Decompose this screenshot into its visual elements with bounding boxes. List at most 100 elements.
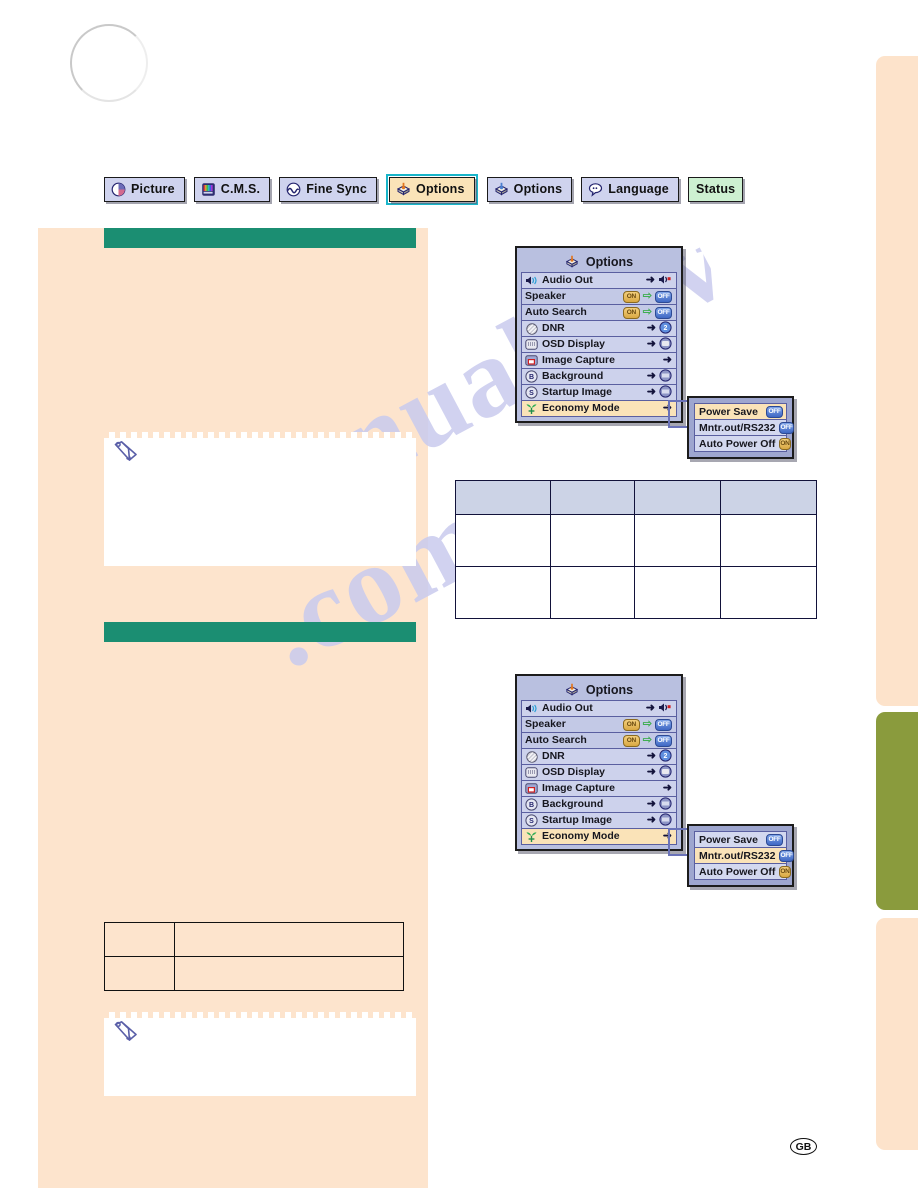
osd-row-value: ➜ [646,796,672,813]
osd-row-speaker[interactable]: Speaker ON ⇨ OFF [522,717,676,733]
table-row [104,922,404,957]
table-header-cell [720,480,817,515]
osd-row-value: ➜ [647,384,672,401]
tab-picture[interactable]: Picture [104,177,185,202]
auto-search-off-pill[interactable]: OFF [655,306,672,319]
osd-display-icon [525,338,538,351]
auto-search-on-pill[interactable]: ON [622,734,640,747]
tab-language-label: Language [608,182,669,197]
osd-display-icon [525,766,538,779]
arrow-green-icon: ⇨ [642,734,652,746]
table-header-cell [634,480,721,515]
note-perforation [104,1012,416,1018]
auto-power-off-pill[interactable]: ON [779,865,791,878]
tab-options-2-label: Options [513,182,563,197]
osd-options-menu-top[interactable]: Options Audio Out ➜ Speaker ON ⇨ OFF Aut… [515,246,683,423]
osd-row-image-capture[interactable]: Image Capture ➜ [522,781,676,797]
osd-row-economy-mode[interactable]: Economy Mode ➜ [522,829,676,845]
osd-row-label: Speaker [525,718,566,731]
tab-cms[interactable]: C.M.S. [193,177,271,202]
tab-fine-sync-label: Fine Sync [306,182,368,197]
audio-out-icon [525,274,538,287]
table-cell [634,514,721,567]
note-perforation [104,432,416,438]
speaker-off-pill[interactable]: OFF [655,290,672,303]
table-header-cell [455,480,551,515]
table-cell [550,566,635,619]
osd-row-osd-display[interactable]: OSD Display ➜ [522,764,676,781]
startup-image-icon: S [525,814,538,827]
dnr-icon [525,750,538,763]
edge-tab-upper[interactable] [876,56,918,706]
svg-text:S: S [529,390,534,397]
osd-row-speaker[interactable]: Speaker ON ⇨ OFF [522,289,676,305]
power-save-pill[interactable]: OFF [766,833,783,846]
osd-row-startup-image[interactable]: S Startup Image ➜ [522,812,676,829]
dnr-icon [525,322,538,335]
tab-options-1[interactable]: Options [389,177,475,202]
arrow-green-icon: ⇨ [642,718,652,730]
table-row [455,566,817,619]
options1-icon [396,182,411,197]
auto-search-on-pill[interactable]: ON [622,306,640,319]
auto-search-off-pill[interactable]: OFF [655,734,672,747]
arrow-right-icon: ➜ [646,322,656,334]
osd-row-label: Economy Mode [542,830,620,843]
osd-row-osd-display[interactable]: OSD Display ➜ [522,336,676,353]
osd-title-bar: Options [521,252,677,272]
background-icon: B [525,370,538,383]
osd-row-auto-search[interactable]: Auto Search ON ⇨ OFF [522,733,676,749]
osd-row-image-capture[interactable]: Image Capture ➜ [522,353,676,369]
submenu-row-auto-power-off[interactable]: Auto Power Off ON [695,864,791,880]
decorative-circle [70,24,148,102]
economy-mode-submenu-top[interactable]: Power Save OFF Mntr.out/RS232 OFF Auto P… [687,396,794,459]
submenu-row-power-save[interactable]: Power Save OFF [695,832,786,848]
osd-row-auto-search[interactable]: Auto Search ON ⇨ OFF [522,305,676,321]
table-cell [174,922,404,957]
dnr-value-icon: 2 [659,320,672,337]
speaker-off-pill[interactable]: OFF [655,718,672,731]
submenu-row-label: Mntr.out/RS232 [699,421,776,434]
table-cell [634,566,721,619]
auto-power-off-pill[interactable]: ON [779,437,791,450]
table-row [104,956,404,991]
osd-row-audio-out[interactable]: Audio Out ➜ [522,273,676,289]
tab-language[interactable]: Language [581,177,679,202]
tab-options-2[interactable]: Options [486,177,573,202]
economy-mode-submenu-bottom[interactable]: Power Save OFF Mntr.out/RS232 OFF Auto P… [687,824,794,887]
mntr-out-rs232-pill[interactable]: OFF [779,849,794,862]
edge-tab-lower[interactable] [876,918,918,1150]
submenu-row-mntr-out-rs232[interactable]: Mntr.out/RS232 OFF [695,848,794,864]
speaker-on-pill[interactable]: ON [622,290,640,303]
page-number-label: GB [795,1140,812,1153]
background-value-icon [659,368,672,385]
tab-status[interactable]: Status [687,177,744,202]
submenu-row-auto-power-off[interactable]: Auto Power Off ON [695,436,791,452]
osd-title-label: Options [585,683,634,697]
submenu-row-power-save[interactable]: Power Save OFF [695,404,786,420]
tab-options-1-label: Options [416,182,465,197]
arrow-right-icon: ➜ [646,798,656,810]
image-capture-icon [525,354,538,367]
arrow-green-icon: ⇨ [642,290,652,302]
submenu-row-list: Power Save OFF Mntr.out/RS232 OFF Auto P… [694,403,794,452]
osd-row-dnr[interactable]: DNR ➜ 2 [522,320,676,337]
osd-row-startup-image[interactable]: S Startup Image ➜ [522,384,676,401]
table-cell [174,956,404,991]
edge-tab-active[interactable] [876,712,918,910]
osd-value-icon [659,336,672,353]
tab-picture-label: Picture [131,182,175,197]
osd-row-dnr[interactable]: DNR ➜ 2 [522,748,676,765]
tab-fine-sync[interactable]: Fine Sync [279,177,378,202]
fine-sync-icon [286,182,301,197]
note-box-1 [104,432,416,566]
power-save-pill[interactable]: OFF [766,405,783,418]
mntr-out-rs232-pill[interactable]: OFF [779,421,794,434]
submenu-row-mntr-out-rs232[interactable]: Mntr.out/RS232 OFF [695,420,794,436]
osd-options-menu-bottom[interactable]: Options Audio Out ➜ Speaker ON ⇨ OFF Aut… [515,674,683,851]
speaker-on-pill[interactable]: ON [622,718,640,731]
osd-row-audio-out[interactable]: Audio Out ➜ [522,701,676,717]
osd-row-background[interactable]: B Background ➜ [522,368,676,385]
osd-row-economy-mode[interactable]: Economy Mode ➜ [522,401,676,417]
osd-row-background[interactable]: B Background ➜ [522,796,676,813]
